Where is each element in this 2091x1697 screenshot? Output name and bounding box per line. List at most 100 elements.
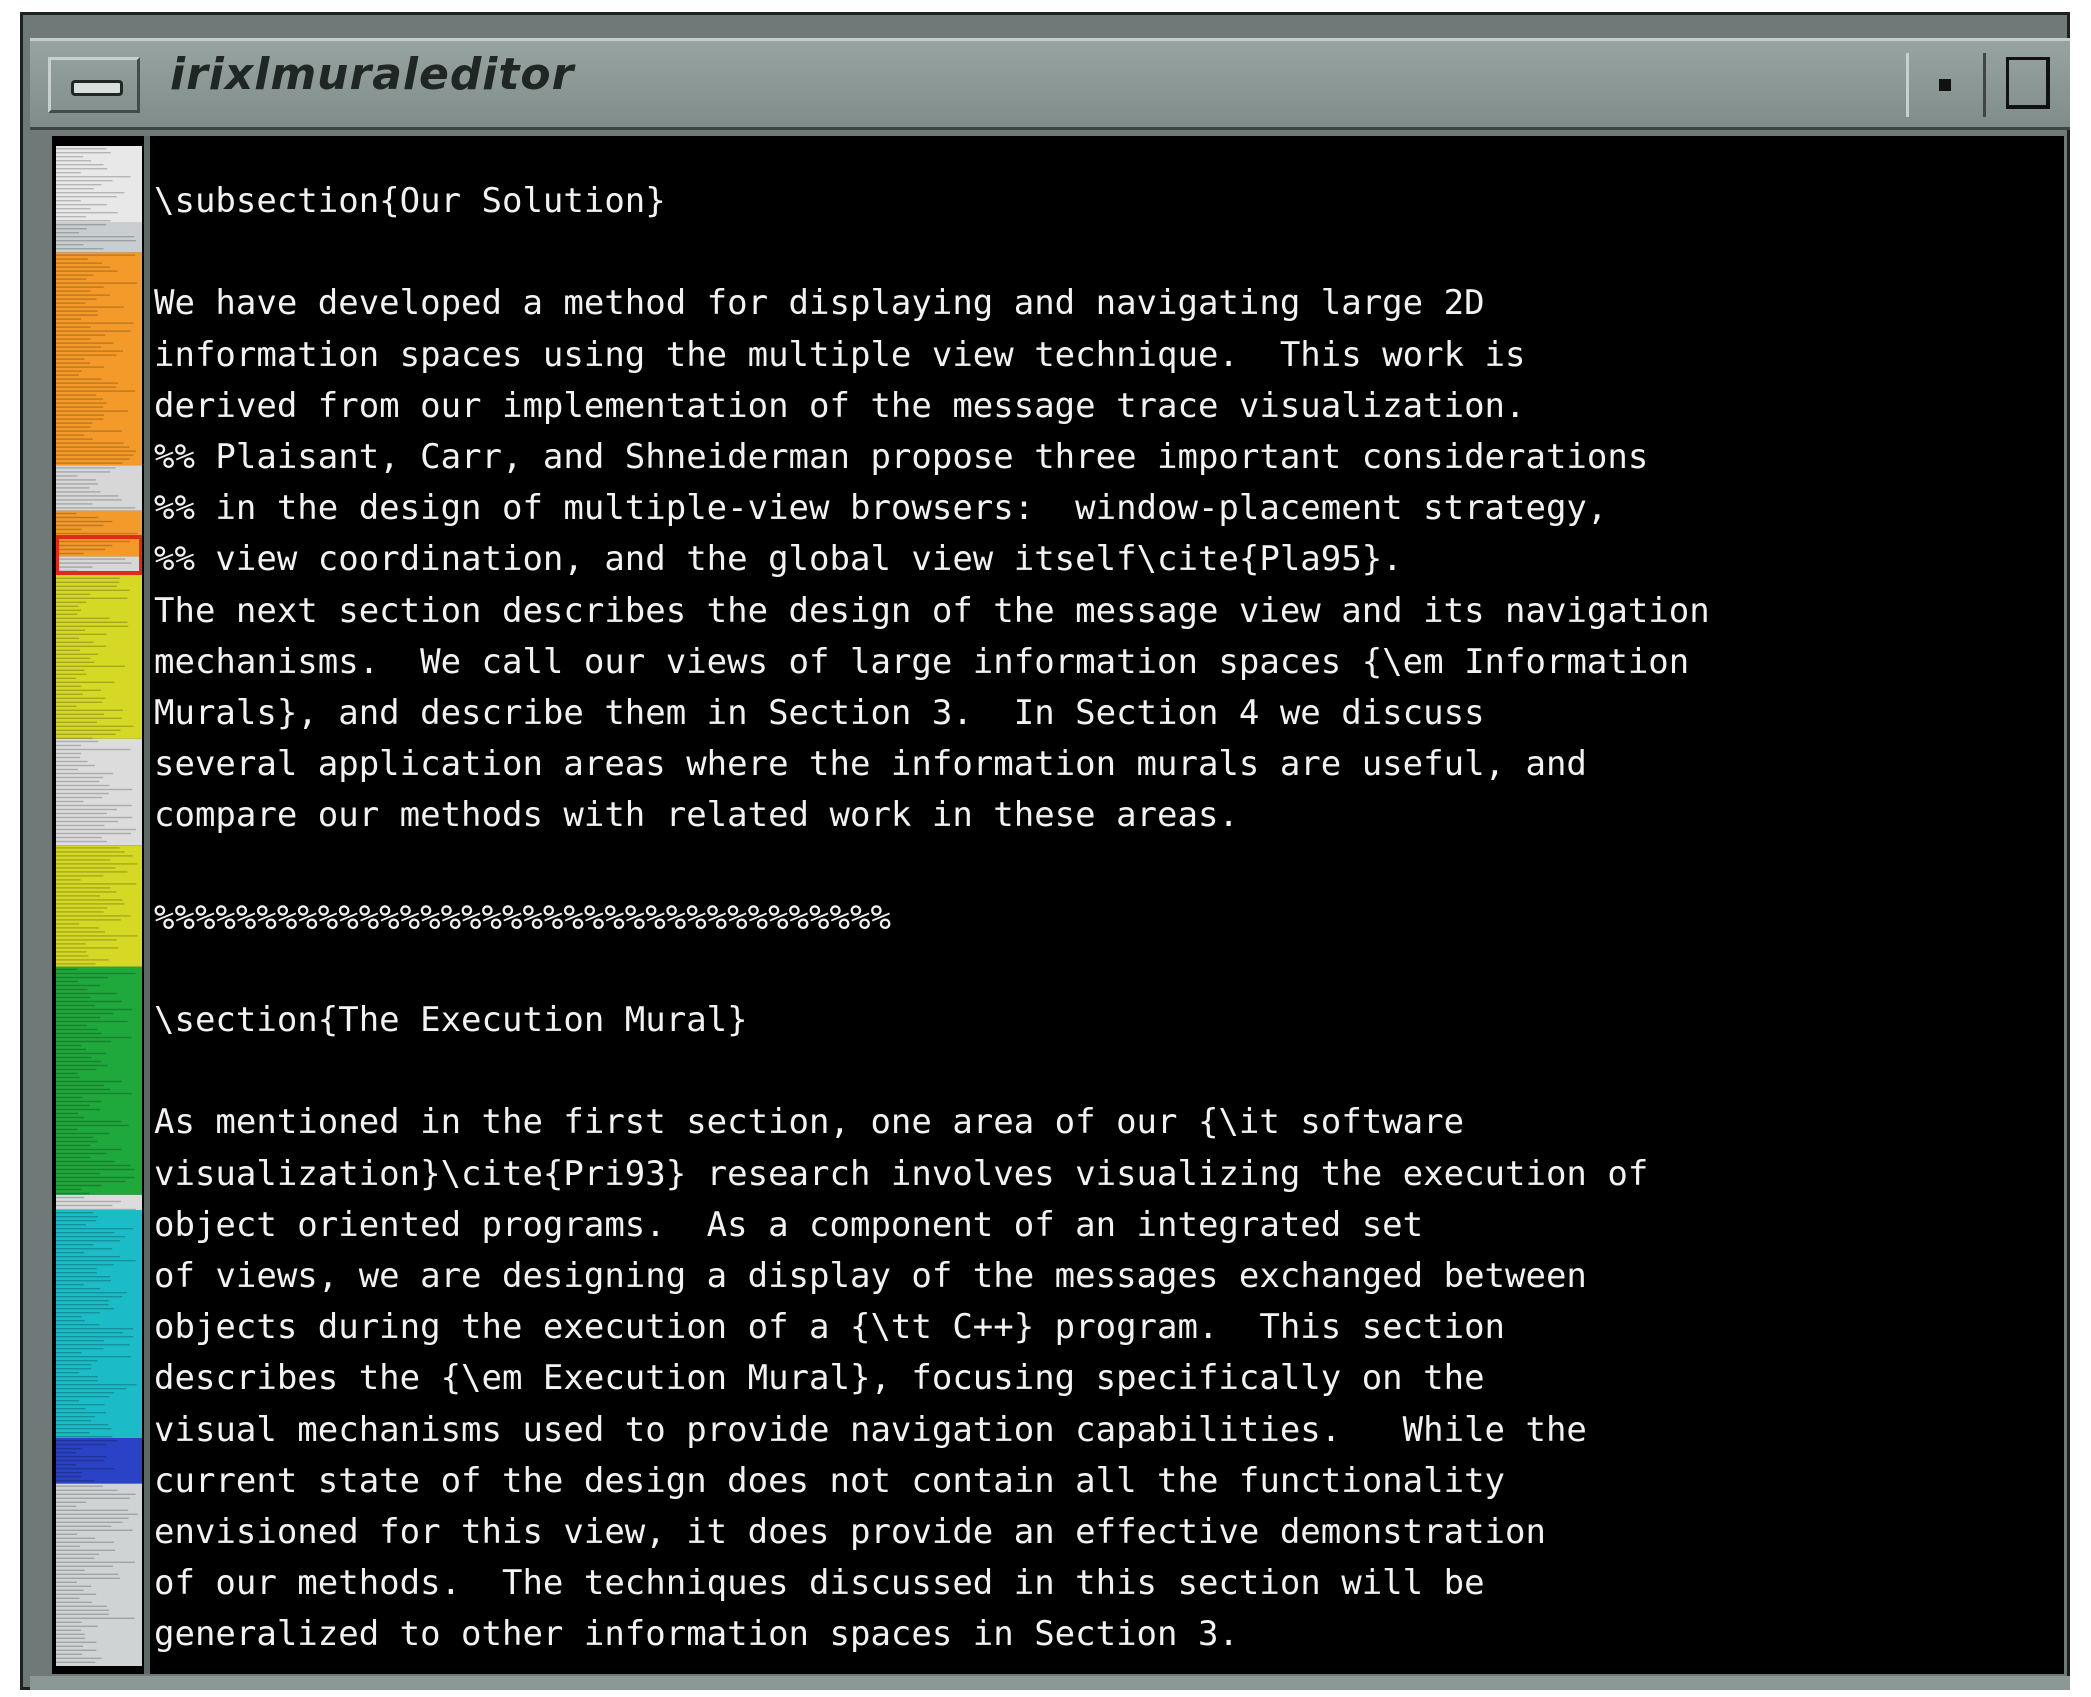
mural-overview[interactable] — [56, 146, 142, 1666]
mural-texture-line — [56, 1052, 107, 1055]
mural-texture-line — [56, 200, 81, 202]
mural-texture-line — [56, 1324, 100, 1326]
mural-texture-line — [56, 1328, 134, 1330]
mural-texture-line — [56, 935, 138, 937]
text-editor[interactable]: \subsection{Our Solution} We have develop… — [154, 176, 2054, 1666]
mural-texture-line — [56, 394, 97, 396]
mural-texture-line — [56, 1657, 102, 1659]
editor-line[interactable]: generalized to other information spaces … — [154, 1609, 2054, 1660]
editor-line[interactable]: of our methods. The techniques discussed… — [154, 1558, 2054, 1609]
mural-texture-line — [56, 1280, 112, 1282]
mural-texture-line — [56, 919, 121, 921]
editor-line[interactable]: object oriented programs. As a component… — [154, 1200, 2054, 1251]
mural-texture-line — [56, 1348, 104, 1350]
mural-texture-line — [56, 980, 79, 983]
mural-texture-line — [56, 1597, 80, 1599]
mural-texture-line — [56, 262, 102, 264]
mural-texture-line — [56, 1476, 82, 1478]
editor-line[interactable]: %%%%%%%%%%%%%%%%%%%%%%%%%%%%%%%%%%%% — [154, 893, 2054, 944]
mural-texture-line — [56, 1208, 136, 1211]
mural-texture-line — [56, 772, 114, 775]
editor-line[interactable] — [154, 227, 2054, 278]
mural-texture-line — [56, 479, 97, 481]
mural-texture-line — [56, 1416, 96, 1418]
mural-texture-line — [56, 577, 120, 579]
editor-line[interactable] — [154, 1046, 2054, 1097]
editor-line[interactable] — [154, 841, 2054, 892]
window-menu-button[interactable] — [48, 57, 140, 113]
mural-texture-line — [56, 282, 138, 284]
mural-texture-line — [56, 248, 104, 250]
maximize-icon — [2006, 57, 2050, 109]
mural-texture-line — [56, 1400, 80, 1402]
mural-texture-line — [56, 1040, 112, 1043]
editor-line[interactable]: current state of the design does not con… — [154, 1456, 2054, 1507]
mural-texture-line — [56, 1541, 115, 1543]
editor-line[interactable]: We have developed a method for displayin… — [154, 278, 2054, 329]
editor-line[interactable]: Murals}, and describe them in Section 3.… — [154, 688, 2054, 739]
editor-line[interactable]: derived from our implementation of the m… — [154, 381, 2054, 432]
editor-line[interactable]: envisioned for this view, it does provid… — [154, 1507, 2054, 1558]
mural-texture-line — [56, 483, 99, 485]
mural-texture-line — [56, 1569, 85, 1571]
mural-texture-line — [56, 1424, 109, 1426]
mural-texture-line — [56, 540, 131, 543]
editor-line[interactable]: of views, we are designing a display of … — [154, 1251, 2054, 1302]
information-mural[interactable] — [56, 146, 142, 1666]
editor-line[interactable]: information spaces using the multiple vi… — [154, 330, 2054, 381]
mural-texture-line — [56, 1589, 84, 1591]
editor-line[interactable]: visualization}\cite{Pri93} research invo… — [154, 1149, 2054, 1200]
mural-texture-line — [56, 1621, 82, 1623]
mural-texture-line — [56, 851, 125, 853]
mural-texture-line — [56, 1028, 98, 1031]
mural-texture-line — [56, 1236, 125, 1238]
mural-texture-line — [56, 1480, 95, 1482]
editor-line[interactable]: several application areas where the info… — [154, 739, 2054, 790]
title-bar[interactable]: irixlmuraleditor — [30, 38, 2070, 130]
mural-texture-line — [56, 318, 81, 320]
editor-line[interactable]: The next section describes the design of… — [154, 586, 2054, 637]
mural-texture-line — [56, 1392, 115, 1394]
editor-line[interactable] — [154, 944, 2054, 995]
mural-texture-line — [56, 1404, 105, 1406]
mural-texture-line — [56, 1204, 113, 1207]
editor-line[interactable]: %% in the design of multiple-view browse… — [154, 483, 2054, 534]
mural-texture-line — [56, 342, 114, 344]
mural-texture-line — [56, 370, 82, 372]
mural-texture-line — [56, 180, 113, 182]
mural-texture-line — [56, 1549, 116, 1551]
mural-texture-line — [56, 585, 117, 587]
maximize-button[interactable] — [1996, 53, 2060, 117]
editor-line[interactable]: describes the {\em Execution Mural}, foc… — [154, 1353, 2054, 1404]
mural-texture-line — [56, 430, 123, 432]
mural-texture-line — [56, 1625, 98, 1627]
mural-texture-line — [56, 1096, 83, 1099]
mural-texture-line — [56, 491, 101, 493]
mural-texture-line — [56, 581, 120, 583]
mural-texture-line — [56, 1260, 136, 1262]
mural-texture-line — [56, 434, 85, 436]
mural-texture-line — [56, 402, 107, 404]
editor-line[interactable]: \subsection{Our Solution} — [154, 176, 2054, 227]
mural-texture-line — [56, 875, 104, 877]
editor-line[interactable]: %% view coordination, and the global vie… — [154, 534, 2054, 585]
minimize-button[interactable] — [1906, 53, 1986, 117]
mural-texture-line — [56, 458, 130, 460]
editor-line[interactable]: %% Plaisant, Carr, and Shneiderman propo… — [154, 432, 2054, 483]
mural-texture-line — [56, 597, 128, 599]
mural-texture-line — [56, 1116, 84, 1119]
mural-divider — [144, 136, 150, 1674]
editor-line[interactable]: compare our methods with related work in… — [154, 790, 2054, 841]
editor-line[interactable]: visual mechanisms used to provide naviga… — [154, 1405, 2054, 1456]
editor-line[interactable]: \section{The Execution Mural} — [154, 995, 2054, 1046]
editor-line[interactable]: mechanisms. We call our views of large i… — [154, 637, 2054, 688]
editor-line[interactable]: objects during the execution of a {\tt C… — [154, 1302, 2054, 1353]
mural-texture-line — [56, 1136, 94, 1139]
mural-texture-line — [56, 1617, 135, 1619]
mural-texture-line — [56, 1485, 103, 1487]
mural-texture-line — [56, 350, 124, 352]
editor-line[interactable]: As mentioned in the first section, one a… — [154, 1097, 2054, 1148]
mural-texture-line — [56, 1452, 77, 1454]
mural-texture-line — [56, 859, 110, 861]
mural-texture-line — [56, 879, 81, 881]
